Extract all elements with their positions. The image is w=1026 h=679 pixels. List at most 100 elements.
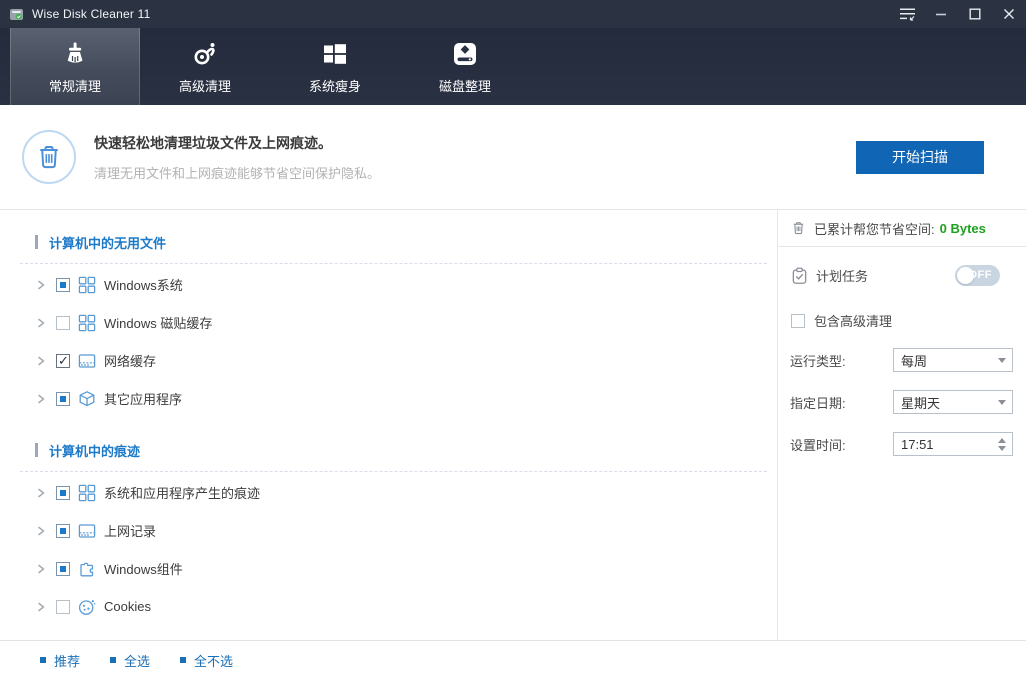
tree-row-windows-components[interactable]: Windows组件 — [35, 551, 777, 586]
window-title: Wise Disk Cleaner 11 — [32, 7, 151, 21]
section-header-junk-files: 计算机中的无用文件 — [35, 232, 777, 252]
app-logo-icon — [10, 8, 23, 20]
chevron-right-icon[interactable] — [35, 563, 47, 575]
chevron-right-icon[interactable] — [35, 487, 47, 499]
specified-day-select[interactable]: 星期天 — [893, 390, 1013, 414]
specified-day-value: 星期天 — [901, 395, 941, 411]
checkbox-network-cache[interactable] — [56, 353, 70, 369]
tab-disk-defrag[interactable]: 磁盘整理 — [400, 28, 530, 105]
tab-common-cleaner[interactable]: 常规清理 — [10, 28, 140, 105]
chevron-right-icon[interactable] — [35, 279, 47, 291]
checkbox-other-apps[interactable] — [56, 391, 70, 406]
chevron-right-icon[interactable] — [35, 393, 47, 405]
tree-row-network-cache[interactable]: 网络缓存 — [35, 343, 777, 378]
trash-circle-badge — [22, 130, 76, 184]
select-all-link[interactable]: 全选 — [110, 651, 150, 670]
saved-space-row: 已累计帮您节省空间: 0 Bytes — [778, 210, 1026, 247]
menu-icon[interactable] — [890, 0, 924, 28]
windows-tiles-icon — [78, 314, 96, 331]
recommend-link[interactable]: 推荐 — [40, 651, 80, 670]
windows-logo-icon — [321, 39, 349, 69]
spinner-arrows — [998, 437, 1006, 451]
cleanup-tree-pane: 计算机中的无用文件 Windows系统 Windows 磁贴缓存 ✓ 网络缓存 … — [0, 210, 778, 640]
header-title: 快速轻松地清理垃圾文件及上网痕迹。 — [94, 134, 332, 151]
footer-link-label: 全不选 — [194, 653, 234, 669]
dashed-separator — [20, 263, 767, 264]
puzzle-icon — [80, 562, 94, 576]
maximize-button[interactable] — [958, 0, 992, 28]
checkbox-browsing-history[interactable] — [56, 523, 70, 538]
windows-tiles-icon — [78, 276, 96, 293]
checkbox-windows-system[interactable] — [56, 277, 70, 292]
checkbox-system-app-traces[interactable] — [56, 485, 70, 500]
tab-label-advanced-cleaner: 高级清理 — [178, 78, 231, 94]
minimize-button[interactable] — [924, 0, 958, 28]
run-type-value: 每周 — [901, 353, 928, 369]
cookie-icon — [78, 599, 96, 615]
chevron-right-icon[interactable] — [35, 355, 47, 367]
run-type-label: 运行类型: — [790, 353, 846, 369]
tab-label-disk-defrag: 磁盘整理 — [438, 78, 491, 94]
tree-row-browsing-history[interactable]: 上网记录 — [35, 513, 777, 548]
dashed-separator — [20, 471, 767, 472]
trash-icon — [40, 145, 58, 169]
chevron-right-icon[interactable] — [35, 317, 47, 329]
tree-row-other-apps[interactable]: 其它应用程序 — [35, 381, 777, 416]
titlebar[interactable]: Wise Disk Cleaner 11 — [0, 0, 1026, 28]
tree-row-system-app-traces[interactable]: 系统和应用程序产生的痕迹 — [35, 475, 777, 510]
trash-small-icon — [793, 222, 804, 235]
settings-sidebar: 已累计帮您节省空间: 0 Bytes 计划任务 OFF 包含高级清理 运行类型:… — [778, 210, 1026, 640]
header-text-block: 快速轻松地清理垃圾文件及上网痕迹。 清理无用文件和上网痕迹能够节省空间保护隐私。 — [94, 133, 380, 182]
scheduled-task-toggle[interactable]: OFF — [955, 265, 1000, 286]
saved-space-label: 已累计帮您节省空间: — [814, 221, 935, 237]
bullet-square-icon — [180, 657, 187, 663]
wise-disk-cleaner-window: Wise Disk Cleaner 11 常规清理 高级清理 系统瘦身 磁盘整理… — [0, 0, 1026, 679]
section-header-traces: 计算机中的痕迹 — [35, 440, 777, 460]
tree-row-cookies[interactable]: Cookies — [35, 589, 777, 624]
tree-row-windows-system[interactable]: Windows系统 — [35, 267, 777, 302]
chevron-right-icon[interactable] — [35, 601, 47, 613]
page-header: 快速轻松地清理垃圾文件及上网痕迹。 清理无用文件和上网痕迹能够节省空间保护隐私。… — [0, 105, 1026, 210]
dropdown-arrow-icon — [998, 357, 1006, 363]
chevron-right-icon[interactable] — [35, 525, 47, 537]
content-area: 计算机中的无用文件 Windows系统 Windows 磁贴缓存 ✓ 网络缓存 … — [0, 210, 1026, 640]
header-subtitle: 清理无用文件和上网痕迹能够节省空间保护隐私。 — [94, 165, 381, 181]
section-accent-bar — [35, 443, 38, 457]
footer-bar: 推荐 全选 全不选 — [0, 640, 1026, 679]
set-time-spinner[interactable]: 17:51 — [893, 432, 1013, 456]
tab-label-common-cleaner: 常规清理 — [48, 78, 101, 94]
tree-item-label: 网络缓存 — [104, 354, 157, 369]
tree-item-label: Cookies — [104, 599, 151, 614]
set-time-value: 17:51 — [901, 436, 934, 452]
windows-tiles-icon — [78, 484, 96, 501]
disk-icon — [451, 39, 479, 69]
include-advanced-row[interactable]: 包含高级清理 — [778, 311, 1026, 330]
checkbox-windows-components[interactable] — [56, 561, 70, 576]
dropdown-arrow-icon — [998, 399, 1006, 405]
tree-row-windows-tile-cache[interactable]: Windows 磁贴缓存 — [35, 305, 777, 340]
section-title: 计算机中的痕迹 — [49, 443, 141, 459]
spinner-down-icon[interactable] — [998, 445, 1006, 451]
toggle-state-text: OFF — [968, 269, 992, 281]
cube-icon — [79, 390, 95, 406]
tab-system-slimming[interactable]: 系统瘦身 — [270, 28, 400, 105]
saved-space-value: 0 Bytes — [939, 220, 986, 236]
bullet-square-icon — [110, 657, 117, 663]
run-type-select[interactable]: 每周 — [893, 348, 1013, 372]
tab-advanced-cleaner[interactable]: 高级清理 — [140, 28, 270, 105]
tree-item-label: Windows系统 — [104, 278, 183, 293]
tab-label-system-slimming: 系统瘦身 — [308, 78, 361, 94]
set-time-row: 设置时间: 17:51 — [778, 432, 1026, 456]
scheduled-task-row: 计划任务 OFF — [778, 265, 1026, 286]
checkbox-include-advanced[interactable] — [791, 313, 805, 328]
checkbox-cookies[interactable] — [56, 599, 70, 614]
checkbox-windows-tile-cache[interactable] — [56, 315, 70, 330]
tree-item-label: 系统和应用程序产生的痕迹 — [104, 486, 261, 501]
close-button[interactable] — [992, 0, 1026, 28]
select-none-link[interactable]: 全不选 — [180, 651, 233, 670]
spinner-up-icon[interactable] — [998, 437, 1006, 443]
start-scan-button[interactable]: 开始扫描 — [856, 140, 984, 174]
broom-icon — [61, 39, 89, 69]
footer-link-label: 全选 — [124, 653, 151, 669]
